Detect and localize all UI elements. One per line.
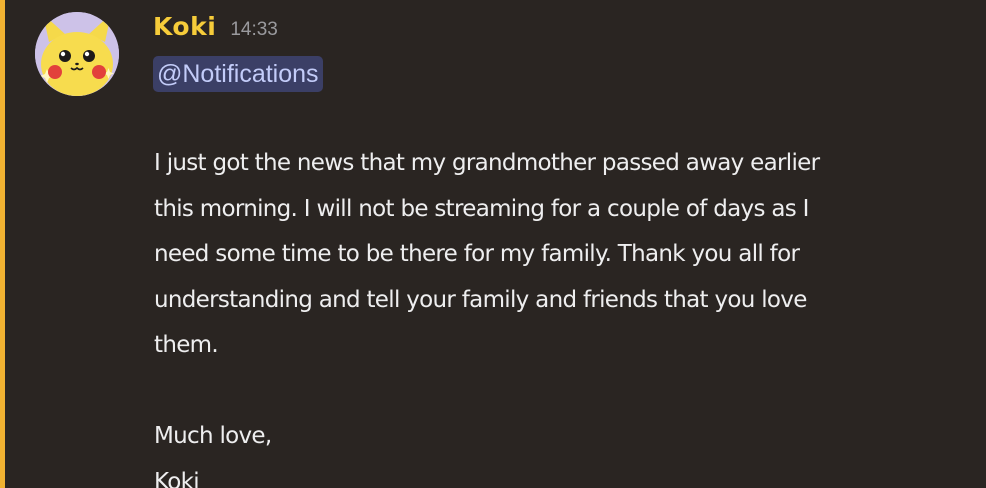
- role-mention[interactable]: @Notifications: [153, 56, 323, 92]
- message-text-line: I just got the news that my grandmother …: [154, 150, 820, 176]
- chat-message: Koki 14:33 @Notifications I just got the…: [0, 0, 986, 488]
- avatar[interactable]: [35, 12, 119, 96]
- timestamp[interactable]: 14:33: [230, 19, 278, 41]
- message-signoff: Much love,: [154, 423, 272, 449]
- username[interactable]: Koki: [153, 12, 216, 41]
- pikachu-avatar-icon: [35, 12, 119, 96]
- message-text-line: them.: [154, 332, 219, 358]
- message-header: Koki 14:33: [153, 12, 278, 50]
- message-text-line: this morning. I will not be streaming fo…: [154, 195, 809, 222]
- message-text-line: need some time to be there for my family…: [154, 241, 800, 267]
- message-signature: Koki: [154, 468, 200, 488]
- message-content: I just got the news that my grandmother …: [154, 141, 969, 488]
- message-text-line: understanding and tell your family and f…: [154, 286, 807, 313]
